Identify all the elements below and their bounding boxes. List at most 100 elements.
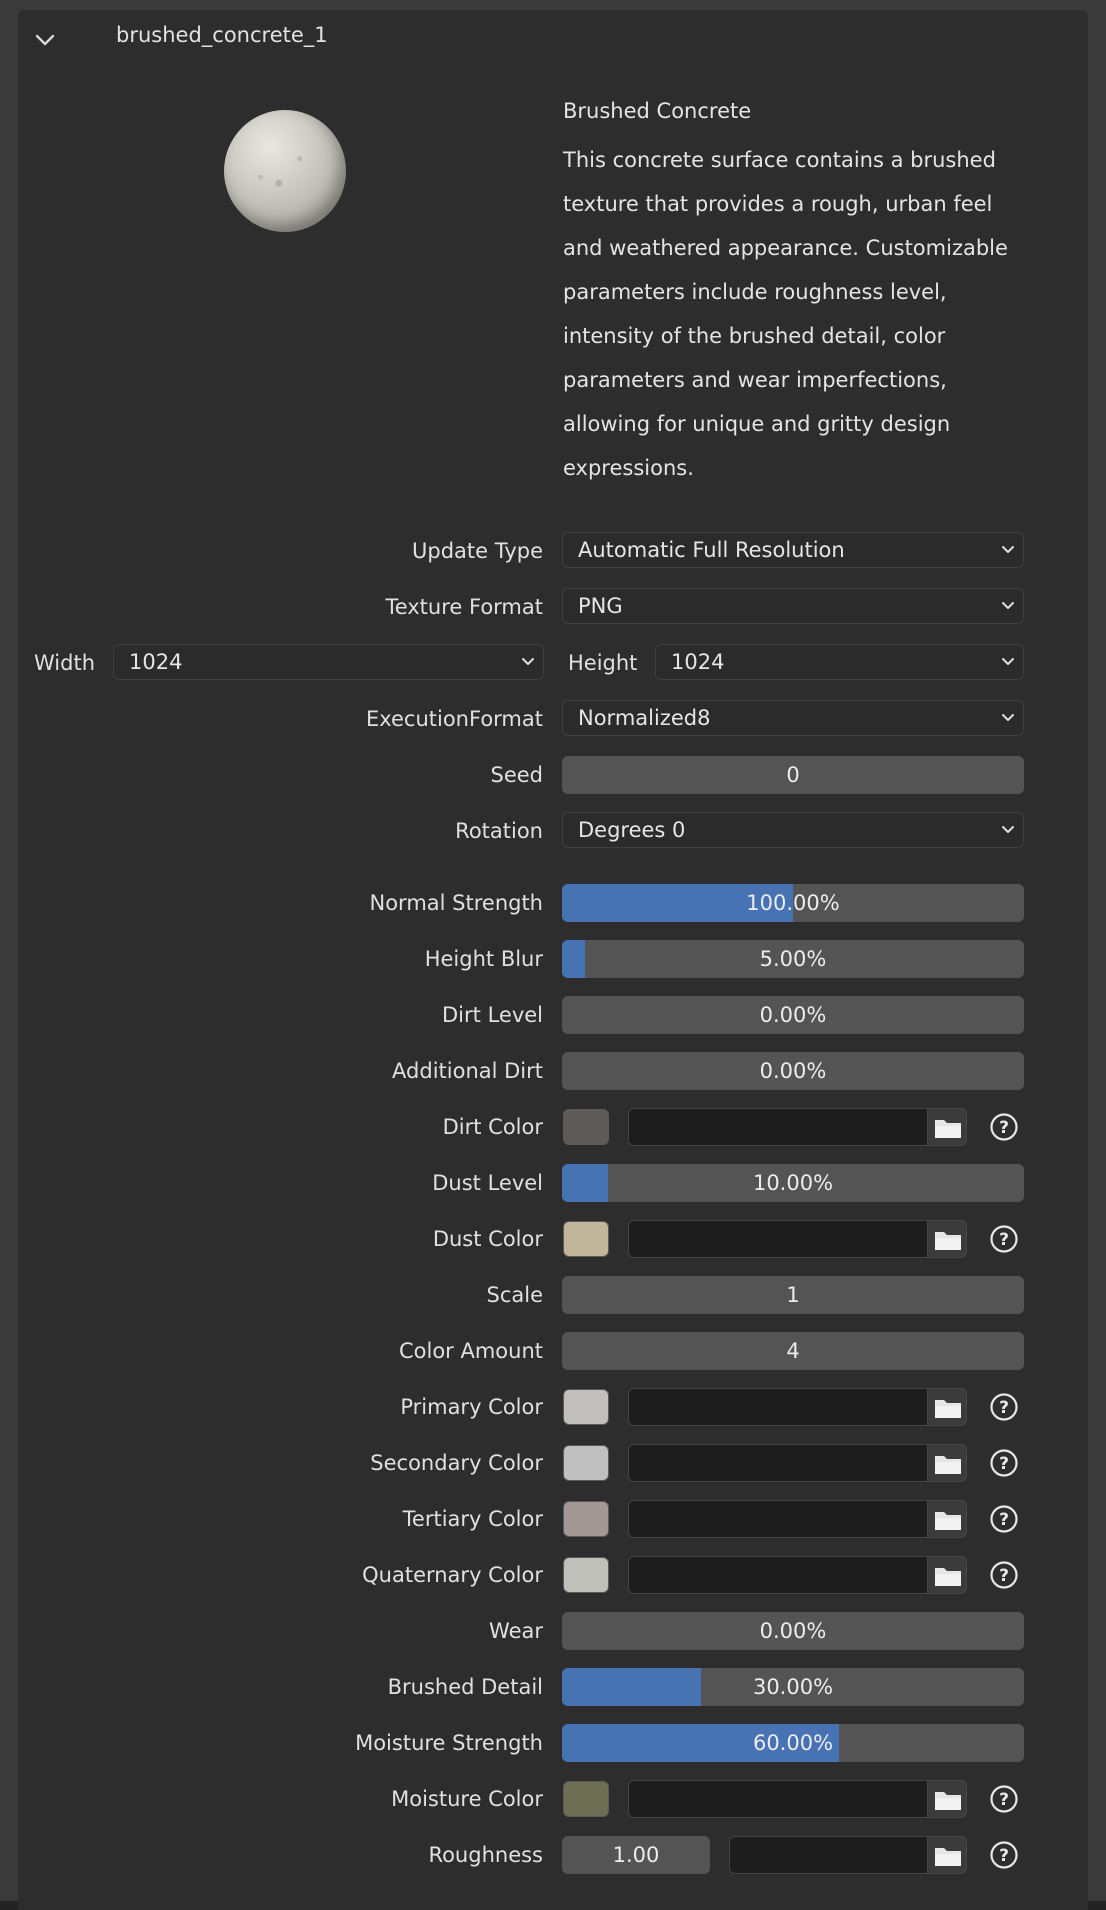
dust-level-slider[interactable]: 10.00% <box>562 1164 1024 1202</box>
additional-dirt-label: Additional Dirt <box>392 1059 543 1083</box>
material-preview-image <box>224 110 346 232</box>
dust-color-label: Dust Color <box>432 1227 543 1251</box>
seed-field[interactable]: 0 <box>562 756 1024 794</box>
roughness-texture-path[interactable] <box>729 1836 928 1874</box>
rotation-value: Degrees 0 <box>578 818 686 842</box>
folder-icon <box>935 1792 961 1810</box>
svg-text:?: ? <box>999 1846 1009 1866</box>
question-circle-icon[interactable]: ? <box>989 1840 1019 1870</box>
material-panel: brushed_concrete_1 Brushed Concrete This… <box>0 0 1106 1910</box>
additional-dirt-slider[interactable]: 0.00% <box>562 1052 1024 1090</box>
moisture-color-swatch[interactable] <box>563 1781 609 1817</box>
folder-icon <box>935 1120 961 1138</box>
update-type-dropdown[interactable]: Automatic Full Resolution <box>562 532 1024 568</box>
folder-icon <box>935 1400 961 1418</box>
description-line: texture that provides a rough, urban fee… <box>563 192 993 216</box>
seed-value: 0 <box>786 763 800 787</box>
svg-text:?: ? <box>999 1566 1009 1586</box>
description-line: This concrete surface contains a brushed <box>563 148 996 172</box>
moisture-strength-label: Moisture Strength <box>355 1731 543 1755</box>
brushed-detail-slider[interactable]: 30.00% <box>562 1668 1024 1706</box>
dirt-color-browse-button[interactable] <box>928 1108 967 1146</box>
question-circle-icon[interactable]: ? <box>989 1784 1019 1814</box>
normal-strength-value: 100.00% <box>746 891 840 915</box>
folder-icon <box>935 1512 961 1530</box>
question-circle-icon[interactable]: ? <box>989 1448 1019 1478</box>
normal-strength-slider[interactable]: 100.00% <box>562 884 1024 922</box>
primary-color-swatch[interactable] <box>563 1389 609 1425</box>
chevron-down-icon <box>1002 714 1014 721</box>
scale-label: Scale <box>486 1283 544 1307</box>
dust-color-browse-button[interactable] <box>928 1220 967 1258</box>
chevron-down-icon <box>1002 658 1014 665</box>
roughness-value: 1.00 <box>612 1843 660 1867</box>
quaternary-color-swatch[interactable] <box>563 1557 609 1593</box>
material-description: This concrete surface contains a brushed… <box>563 138 1033 490</box>
secondary-color-swatch[interactable] <box>563 1445 609 1481</box>
texture-format-dropdown[interactable]: PNG <box>562 588 1024 624</box>
question-circle-icon[interactable]: ? <box>989 1392 1019 1422</box>
chevron-down-icon <box>1002 602 1014 609</box>
color-amount-field[interactable]: 4 <box>562 1332 1024 1370</box>
secondary-color-browse-button[interactable] <box>928 1444 967 1482</box>
dust-level-label: Dust Level <box>432 1171 543 1195</box>
primary-color-texture-path[interactable] <box>628 1388 928 1426</box>
svg-text:?: ? <box>999 1454 1009 1474</box>
svg-text:?: ? <box>999 1510 1009 1530</box>
wear-label: Wear <box>489 1619 543 1643</box>
primary-color-browse-button[interactable] <box>928 1388 967 1426</box>
brushed-detail-label: Brushed Detail <box>387 1675 543 1699</box>
dirt-level-slider[interactable]: 0.00% <box>562 996 1024 1034</box>
question-circle-icon[interactable]: ? <box>989 1112 1019 1142</box>
additional-dirt-value: 0.00% <box>759 1059 827 1083</box>
dirt-color-label: Dirt Color <box>442 1115 543 1139</box>
dirt-color-swatch[interactable] <box>563 1109 609 1145</box>
moisture-color-texture-path[interactable] <box>628 1780 928 1818</box>
folder-icon <box>935 1232 961 1250</box>
roughness-field[interactable]: 1.00 <box>562 1836 710 1874</box>
chevron-down-icon[interactable] <box>34 30 56 50</box>
execution-format-dropdown[interactable]: Normalized8 <box>562 700 1024 736</box>
texture-format-label: Texture Format <box>385 595 543 619</box>
height-label: Height <box>568 651 638 675</box>
dirt-color-texture-path[interactable] <box>628 1108 928 1146</box>
height-dropdown[interactable]: 1024 <box>655 644 1024 680</box>
moisture-color-browse-button[interactable] <box>928 1780 967 1818</box>
secondary-color-texture-path[interactable] <box>628 1444 928 1482</box>
quaternary-color-texture-path[interactable] <box>628 1556 928 1594</box>
moisture-strength-value: 60.00% <box>752 1731 834 1755</box>
dirt-level-value: 0.00% <box>759 1003 827 1027</box>
quaternary-color-label: Quaternary Color <box>362 1563 543 1587</box>
height-blur-slider[interactable]: 5.00% <box>562 940 1024 978</box>
tertiary-color-texture-path[interactable] <box>628 1500 928 1538</box>
color-amount-value: 4 <box>786 1339 800 1363</box>
wear-slider[interactable]: 0.00% <box>562 1612 1024 1650</box>
dust-color-swatch[interactable] <box>563 1221 609 1257</box>
description-line: intensity of the brushed detail, color <box>563 324 946 348</box>
update-type-label: Update Type <box>412 539 543 563</box>
seed-label: Seed <box>490 763 544 787</box>
folder-icon <box>935 1456 961 1474</box>
rotation-dropdown[interactable]: Degrees 0 <box>562 812 1024 848</box>
svg-text:?: ? <box>999 1118 1009 1138</box>
scale-field[interactable]: 1 <box>562 1276 1024 1314</box>
roughness-label: Roughness <box>428 1843 543 1867</box>
question-circle-icon[interactable]: ? <box>989 1224 1019 1254</box>
quaternary-color-browse-button[interactable] <box>928 1556 967 1594</box>
width-value: 1024 <box>129 650 183 674</box>
secondary-color-label: Secondary Color <box>370 1451 543 1475</box>
description-line: allowing for unique and gritty design <box>563 412 951 436</box>
roughness-browse-button[interactable] <box>928 1836 967 1874</box>
dust-color-texture-path[interactable] <box>628 1220 928 1258</box>
rotation-label: Rotation <box>455 819 543 843</box>
folder-icon <box>935 1568 961 1586</box>
width-dropdown[interactable]: 1024 <box>113 644 544 680</box>
tertiary-color-browse-button[interactable] <box>928 1500 967 1538</box>
panel-title: brushed_concrete_1 <box>116 23 328 47</box>
brushed-detail-value: 30.00% <box>752 1675 834 1699</box>
question-circle-icon[interactable]: ? <box>989 1560 1019 1590</box>
question-circle-icon[interactable]: ? <box>989 1504 1019 1534</box>
tertiary-color-swatch[interactable] <box>563 1501 609 1537</box>
execution-format-label: ExecutionFormat <box>365 707 543 731</box>
moisture-strength-slider[interactable]: 60.00% <box>562 1724 1024 1762</box>
